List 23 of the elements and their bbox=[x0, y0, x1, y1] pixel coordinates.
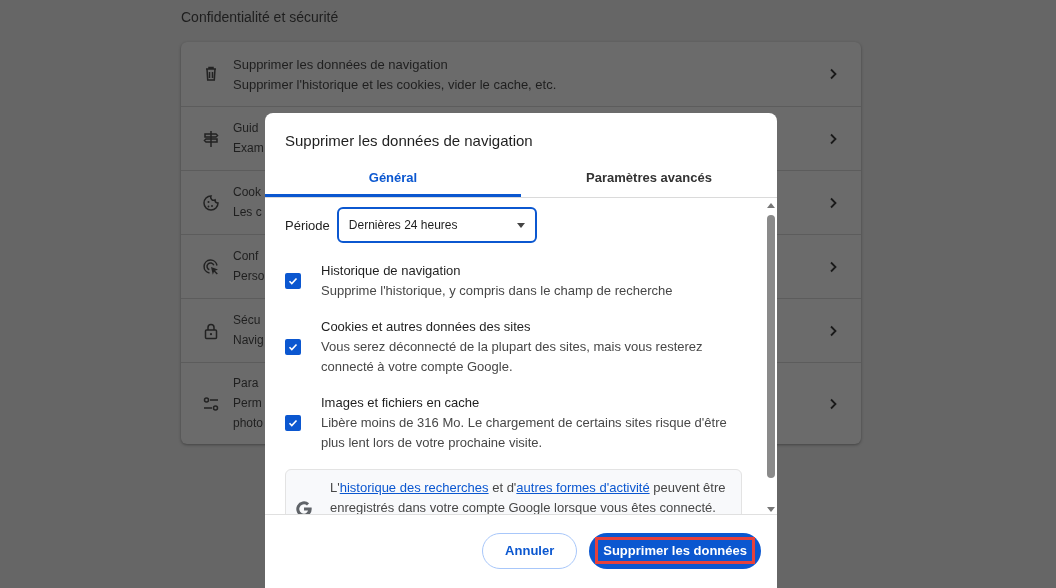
option-description: Supprime l'historique, y compris dans le champ de recherche bbox=[321, 282, 673, 300]
row-title: Sécu bbox=[233, 312, 261, 329]
row-description: Supprimer l'historique et les cookies, vider le cache, etc. bbox=[233, 75, 557, 93]
row-description: photo bbox=[233, 415, 264, 432]
row-description: Perso bbox=[233, 268, 265, 285]
row-title: Guid bbox=[233, 120, 259, 137]
option-title: Cookies et autres données des sites bbox=[321, 318, 532, 336]
row-title: Cook bbox=[233, 184, 261, 201]
dialog-title: Supprimer les données de navigation bbox=[284, 131, 534, 150]
option-description: Libère moins de 316 Mo. Le chargement de certains sites risque d'être plus lent lors de votre prochaine visite. bbox=[321, 414, 728, 452]
info-text: L'historique des recherches et d'autres formes d'activité peuvent être enregistrés dans votre compte Google lorsque vous êtes connecté. bbox=[330, 479, 727, 514]
period-label: Période bbox=[285, 217, 330, 233]
row-description: Navig bbox=[233, 332, 264, 349]
section-heading: Confidentialité et sécurité bbox=[181, 9, 339, 25]
option-title: Historique de navigation bbox=[321, 262, 462, 280]
row-title: Supprimer les données de navigation bbox=[233, 55, 448, 73]
option-title: Images et fichiers en cache bbox=[321, 394, 481, 412]
row-title: Conf bbox=[233, 248, 259, 265]
row-description: Exam bbox=[233, 140, 264, 157]
row-title: Para bbox=[233, 375, 259, 392]
option-description: Vous serez déconnecté de la plupart des sites, mais vous resterez connecté à votre compte Google. bbox=[321, 338, 704, 376]
row-description: Perm bbox=[233, 395, 262, 412]
row-description: Les c bbox=[233, 204, 262, 221]
